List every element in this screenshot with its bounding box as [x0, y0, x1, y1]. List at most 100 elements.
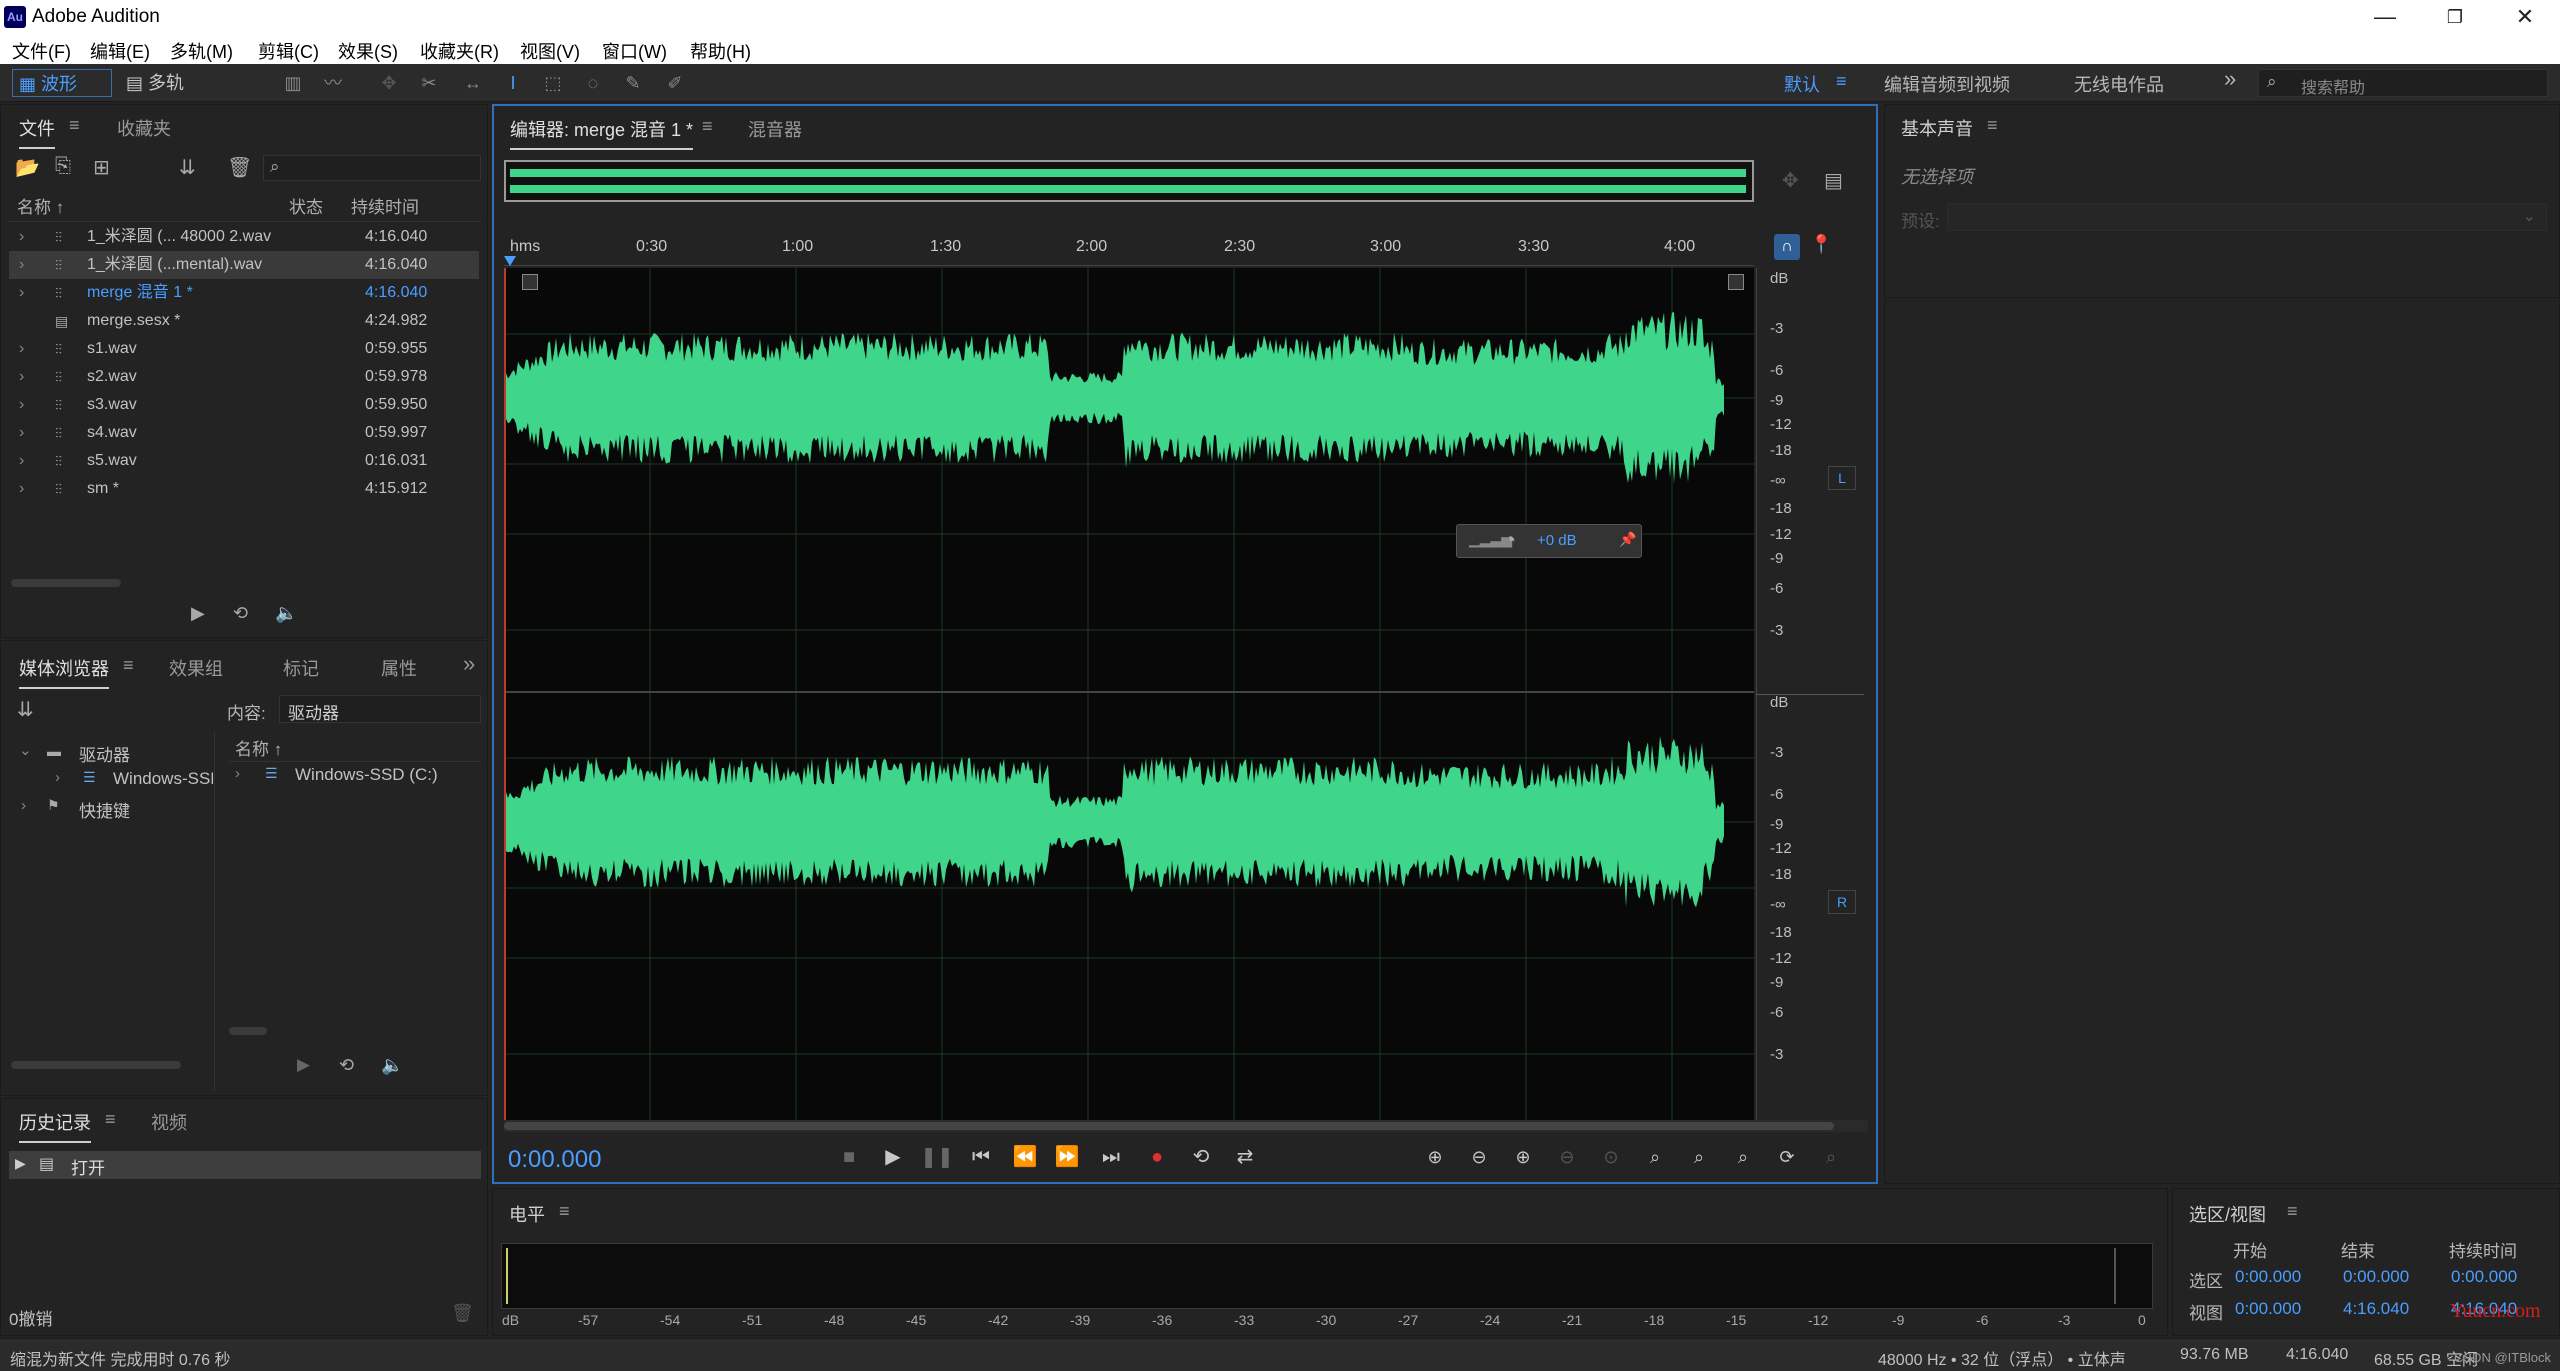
- selection-view-menu-icon[interactable]: ≡: [2287, 1201, 2298, 1222]
- playhead-marker[interactable]: [504, 256, 516, 266]
- expand-icon[interactable]: ›: [235, 765, 240, 782]
- marquee-tool-icon[interactable]: ⬚: [540, 70, 566, 96]
- file-row[interactable]: › ⫶⫶ merge 混音 1 * 4:16.040: [9, 279, 479, 307]
- waveform-display[interactable]: ▁▂▃▅ ◔ +0 dB 📌: [504, 268, 1754, 1130]
- zoom-full-icon[interactable]: ⊙: [1596, 1142, 1626, 1172]
- channel-right-toggle[interactable]: R: [1828, 890, 1856, 914]
- view-end[interactable]: 4:16.040: [2343, 1299, 2409, 1319]
- expand-icon[interactable]: ›: [19, 391, 24, 419]
- tab-files[interactable]: 文件: [19, 115, 55, 149]
- snap-toggle-icon[interactable]: ∩: [1774, 234, 1800, 260]
- column-name-header[interactable]: 名称 ↑: [17, 193, 64, 218]
- menu-window[interactable]: 窗口(W): [602, 38, 667, 64]
- list-name-header[interactable]: 名称 ↑: [235, 735, 282, 760]
- gain-knob-icon[interactable]: ◔: [1503, 527, 1516, 553]
- minimize-button[interactable]: —: [2350, 0, 2420, 34]
- play-preview-icon[interactable]: ▶: [297, 1055, 310, 1075]
- spectral-frequency-icon[interactable]: ▥: [280, 70, 306, 96]
- hud-gain-control[interactable]: ▁▂▃▅ ◔ +0 dB 📌: [1456, 524, 1642, 558]
- new-file-icon[interactable]: ⊞: [93, 155, 110, 180]
- tab-mixer[interactable]: 混音器: [748, 116, 802, 142]
- pin-hud-icon[interactable]: 📌: [1619, 531, 1636, 548]
- content-dropdown[interactable]: 驱动器: [279, 695, 481, 723]
- zoom-in-point-icon[interactable]: ⌕: [1684, 1142, 1714, 1172]
- add-shortcut-icon[interactable]: ⇊: [17, 697, 34, 722]
- workspace-menu-icon[interactable]: ≡: [1836, 71, 1847, 92]
- preset-dropdown[interactable]: ⌄: [1947, 203, 2547, 231]
- selection-duration[interactable]: 0:00.000: [2451, 1267, 2517, 1287]
- files-panel-menu-icon[interactable]: ≡: [69, 115, 80, 136]
- add-marker-icon[interactable]: 📍: [1810, 234, 1832, 255]
- menu-file[interactable]: 文件(F): [12, 38, 71, 64]
- loop-preview-icon[interactable]: ⟲: [339, 1055, 354, 1076]
- tab-media-browser[interactable]: 媒体浏览器: [19, 655, 109, 689]
- overview-settings-icon[interactable]: ▤: [1824, 168, 1843, 193]
- essential-sound-title[interactable]: 基本声音: [1901, 115, 1973, 141]
- expand-icon[interactable]: ›: [19, 251, 24, 279]
- close-button[interactable]: ✕: [2490, 0, 2560, 34]
- file-row[interactable]: ▤ merge.sesx * 4:24.982: [9, 307, 479, 335]
- waveform-view-button[interactable]: ▦ 波形: [12, 69, 112, 97]
- view-start[interactable]: 0:00.000: [2235, 1299, 2301, 1319]
- tab-history[interactable]: 历史记录: [19, 1109, 91, 1143]
- spectral-pitch-icon[interactable]: 〰: [320, 70, 346, 96]
- tab-effects-rack[interactable]: 效果组: [169, 655, 223, 681]
- fast-forward-button[interactable]: ⏩: [1050, 1140, 1084, 1174]
- file-row[interactable]: › ⫶⫶ s1.wav 0:59.955: [9, 335, 479, 363]
- move-tool-icon[interactable]: ✥: [376, 70, 402, 96]
- lasso-tool-icon[interactable]: ◌: [580, 70, 606, 96]
- menu-edit[interactable]: 编辑(E): [90, 38, 150, 64]
- tree-windows-ssd[interactable]: Windows-SSD: [113, 769, 213, 789]
- tab-video[interactable]: 视频: [151, 1109, 187, 1135]
- search-help-box[interactable]: ⌕ 搜索帮助: [2258, 69, 2548, 97]
- workspace-more-icon[interactable]: »: [2224, 66, 2236, 92]
- menu-multitrack[interactable]: 多轨(M): [170, 38, 233, 64]
- list-scrollbar[interactable]: [229, 1027, 267, 1035]
- loop-preview-icon[interactable]: ⟲: [233, 603, 248, 624]
- workspace-radio[interactable]: 无线电作品: [2074, 71, 2164, 97]
- scroll-thumb[interactable]: [504, 1122, 1834, 1130]
- menu-effects[interactable]: 效果(S): [338, 38, 398, 64]
- selection-start[interactable]: 0:00.000: [2235, 1267, 2301, 1287]
- history-item[interactable]: ▶ ▤ 打开: [9, 1151, 481, 1179]
- go-to-end-button[interactable]: ⏭: [1094, 1140, 1128, 1174]
- essential-sound-menu-icon[interactable]: ≡: [1987, 115, 1998, 136]
- hud-gain-value[interactable]: +0 dB: [1537, 532, 1577, 549]
- brush-tool-icon[interactable]: ✎: [620, 70, 646, 96]
- file-row[interactable]: › ⫶⫶ sm * 4:15.912: [9, 475, 479, 503]
- expand-icon[interactable]: ›: [19, 419, 24, 447]
- fade-in-handle[interactable]: [522, 274, 538, 290]
- file-row[interactable]: › ⫶⫶ 1_米泽圆 (... 48000 2.wav 4:16.040: [9, 223, 479, 251]
- razor-tool-icon[interactable]: ✂: [416, 70, 442, 96]
- media-panel-menu-icon[interactable]: ≡: [123, 655, 134, 676]
- go-to-start-button[interactable]: ⏮: [964, 1140, 998, 1174]
- workspace-default[interactable]: 默认: [1784, 71, 1820, 97]
- fade-out-handle[interactable]: [1728, 274, 1744, 290]
- current-time-display[interactable]: 0:00.000: [508, 1146, 601, 1174]
- file-row[interactable]: › ⫶⫶ 1_米泽圆 (...mental).wav 4:16.040: [9, 251, 479, 279]
- autoplay-preview-icon[interactable]: 🔈: [381, 1055, 403, 1076]
- time-ruler[interactable]: hms 0:30 1:00 1:30 2:00 2:30 3:00 3:30 4…: [504, 230, 1754, 266]
- file-row[interactable]: › ⫶⫶ s3.wav 0:59.950: [9, 391, 479, 419]
- autoplay-preview-icon[interactable]: 🔈: [275, 603, 297, 624]
- zoom-selection-icon[interactable]: ⌕: [1640, 1142, 1670, 1172]
- insert-into-multitrack-icon[interactable]: ⇊: [179, 155, 196, 180]
- files-scrollbar[interactable]: [11, 579, 121, 587]
- tab-editor[interactable]: 编辑器: merge 混音 1 *: [510, 116, 693, 150]
- open-file-icon[interactable]: 📂: [15, 155, 40, 180]
- rewind-button[interactable]: ⏪: [1008, 1140, 1042, 1174]
- expand-icon[interactable]: ›: [19, 475, 24, 503]
- pause-button[interactable]: ❚❚: [920, 1140, 954, 1174]
- expand-icon[interactable]: ›: [19, 223, 24, 251]
- workspace-edit-video[interactable]: 编辑音频到视频: [1884, 71, 2010, 97]
- history-panel-menu-icon[interactable]: ≡: [105, 1109, 116, 1130]
- collapse-icon[interactable]: ⌄: [19, 741, 32, 759]
- zoom-out-time-icon[interactable]: ⊖: [1552, 1142, 1582, 1172]
- zoom-navigator-icon[interactable]: ✥: [1782, 168, 1799, 193]
- delete-file-icon[interactable]: 🗑: [227, 155, 252, 180]
- tree-scrollbar[interactable]: [11, 1061, 181, 1069]
- zoom-reset-icon[interactable]: ⟳: [1772, 1142, 1802, 1172]
- column-status-header[interactable]: 状态: [289, 193, 323, 218]
- editor-menu-icon[interactable]: ≡: [702, 116, 713, 137]
- file-row[interactable]: › ⫶⫶ s5.wav 0:16.031: [9, 447, 479, 475]
